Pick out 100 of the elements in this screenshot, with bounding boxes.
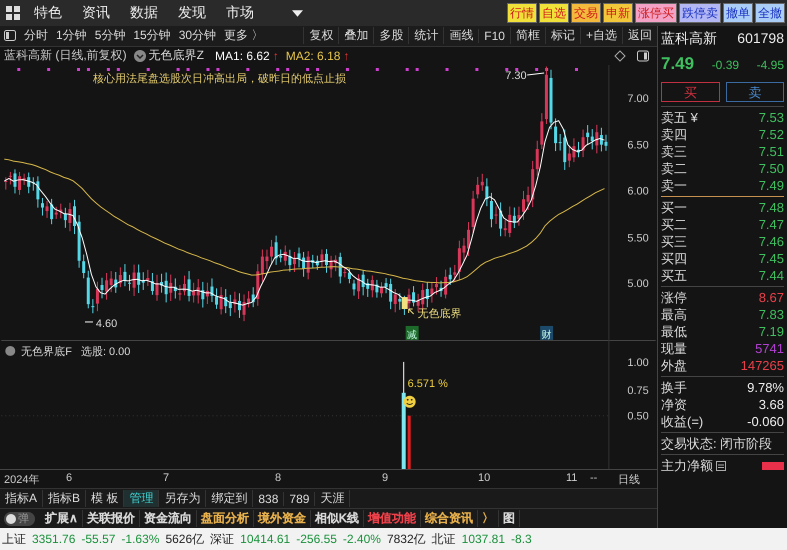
collapse-icon[interactable] [5,346,16,356]
stock-code: 601798 [737,30,784,48]
percent-label: 6.571 % [408,378,448,390]
collapse-icon[interactable] [134,50,146,62]
period-tab[interactable]: 分时 [24,27,48,44]
bid-price: 7.44 [758,268,784,283]
toolbar-button[interactable]: 画线 [443,27,478,44]
quick-button[interactable]: 跌停卖 [679,3,721,23]
menu-item[interactable]: 特色 [34,4,62,22]
feature-tab[interactable]: 相似K线 [310,510,364,528]
stat-label: 涨停 [661,288,687,306]
period-tab[interactable]: 1分钟 [56,27,87,44]
toolbar-button[interactable]: 多股 [373,27,408,44]
stat-value: 5741 [755,341,784,356]
ask-label: 卖一 [661,176,687,194]
date-tick: 11 [566,472,578,484]
feature-tab[interactable]: 图 [498,510,520,528]
grid-menu-icon[interactable] [6,6,20,20]
event-marker[interactable]: 减 [406,326,419,340]
indicator-tab[interactable]: 另存为 [159,490,206,508]
stat-value: 7.83 [758,307,784,322]
bid-price: 7.48 [758,200,784,215]
indicator-tab[interactable]: 指标A [0,490,44,508]
stat-value: 8.67 [758,290,784,305]
ask-label: 卖五 ¥ [661,108,698,126]
value-tick: 1.00 [627,356,649,369]
period-tab[interactable]: 5分钟 [94,27,126,44]
ma-value: MA2: 6.18 [286,48,340,63]
bid-price: 7.45 [758,251,784,266]
indicator-tab[interactable]: 天涯 [315,490,350,508]
indicator-tab[interactable]: 绑定到 [206,490,254,508]
sell-button[interactable]: 卖 [726,82,784,102]
signal-candle [402,296,408,309]
quick-button[interactable]: 撤单 [723,3,753,23]
toolbar-button[interactable]: 标记 [544,27,580,44]
toolbar-button[interactable]: 简框 [510,27,545,44]
stat-label: 现量 [661,340,687,358]
period-tab[interactable]: 15分钟 [133,27,171,44]
feature-tab[interactable]: 〉 [478,510,499,528]
flow-bar [762,462,784,470]
feature-tab[interactable]: 资金流向 [140,510,197,528]
menu-item[interactable]: 资讯 [82,4,110,22]
price-tick: 6.50 [627,140,649,152]
ask-price: 7.50 [758,161,784,176]
ask-price: 7.51 [758,144,784,159]
smiley-icon [404,396,416,408]
quick-button[interactable]: 自选 [539,3,569,23]
toolbar-button[interactable]: F10 [478,28,510,43]
indicator-tab[interactable]: 838 [253,492,284,506]
trading-status: 交易状态: 闭市阶段 [661,434,772,452]
diamond-icon[interactable] [614,50,626,62]
period-tab[interactable]: 30分钟 [178,27,216,44]
bid-price: 7.47 [758,217,784,232]
indicator-reading: 选股: 0.00 [80,346,130,358]
indicator-tab[interactable]: 管理 [124,490,160,508]
toolbar-button[interactable]: 返回 [622,27,657,44]
indicator-tab[interactable]: 789 [284,492,316,506]
ask-price: 7.52 [758,127,784,142]
event-marker[interactable]: 财 [540,326,554,340]
index-value: 3351.76 [32,532,76,546]
finance-label: 换手 [661,378,687,396]
stat-label: 最高 [661,306,687,324]
index-value: 1037.81 [462,532,506,546]
panel-toggle-icon[interactable] [637,50,649,62]
feature-tab[interactable]: 综合资讯 [420,510,478,528]
stat-value: 7.19 [758,324,784,339]
period-tab[interactable]: 更多 〉 [224,27,264,44]
bid-label: 买四 [661,250,687,268]
feature-tab[interactable]: 盘面分析 [196,510,254,528]
value-tick: 0.50 [627,410,649,422]
date-tick: 7 [163,472,170,484]
buy-button[interactable]: 买 [661,82,720,102]
date-tick: 9 [382,472,388,484]
quick-button[interactable]: 全撤 [755,3,785,23]
panel-toggle-icon[interactable] [4,30,16,42]
value-tick: 0.75 [627,384,649,397]
toolbar-button[interactable]: +自选 [580,27,622,44]
finance-value: 3.68 [758,397,784,412]
indicator-name: 无色界底F [21,346,72,358]
index-change: -256.55 [296,532,337,546]
indicator-tab[interactable]: 指标B [43,490,86,508]
toolbar-button[interactable]: 复权 [303,27,338,44]
feature-tab[interactable]: 增值功能 [364,510,421,528]
menu-item[interactable]: 数据 [130,4,158,22]
quick-button[interactable]: 行情 [507,3,537,23]
finance-value: -0.060 [747,414,784,429]
feature-tab[interactable]: 关联报价 [82,510,140,528]
toolbar-button[interactable]: 叠加 [338,27,374,44]
finance-label: 收益(=) [661,412,704,430]
feature-tab[interactable]: 扩展∧ [41,510,83,528]
feature-tab[interactable]: 境外资金 [254,510,311,528]
info-icon[interactable] [716,461,726,471]
finance-label: 净资 [661,396,687,414]
toolbar-button[interactable]: 统计 [408,27,444,44]
date-tick: 8 [275,472,282,484]
ma-value: MA1: 6.62 [215,48,270,63]
bid-label: 买二 [661,216,687,234]
dropdown-icon[interactable] [292,10,303,16]
menu-item[interactable]: 市场 [226,4,254,22]
menu-item[interactable]: 发现 [178,4,206,22]
